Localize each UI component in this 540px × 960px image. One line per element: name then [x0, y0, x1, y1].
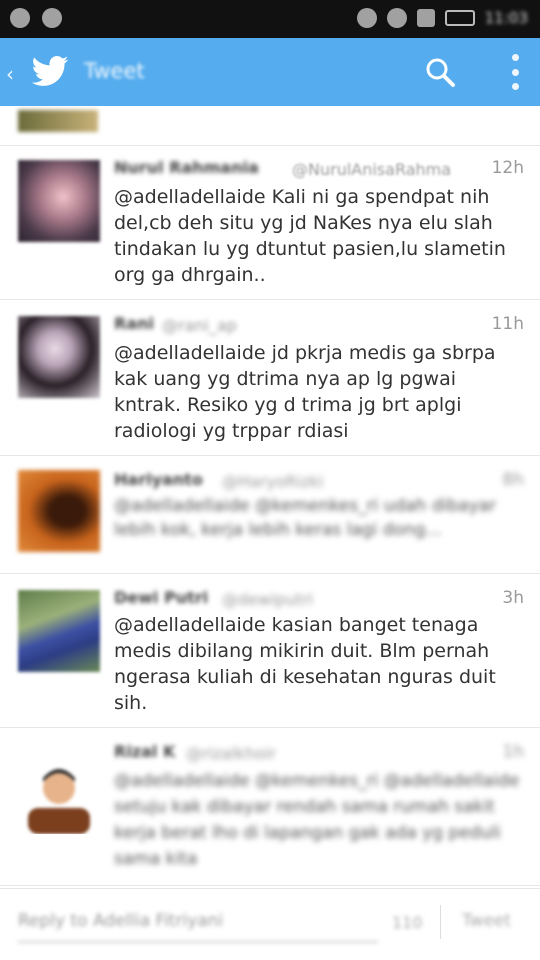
- author-name[interactable]: Nurul Rahmania: [114, 158, 259, 177]
- author-name[interactable]: Rani: [114, 314, 154, 333]
- notification-icon-2: [42, 8, 62, 28]
- timestamp: 8h: [502, 470, 524, 490]
- tweet-header: Nurul Rahmania @NurulAnisaRahma 12h: [114, 158, 524, 182]
- tweet-header: Rizal K @rizalkhoir 1h: [114, 742, 524, 766]
- author-name[interactable]: Dewi Putri: [114, 588, 208, 607]
- reply-bar: Reply to Adellia Fitriyani 110 Tweet: [0, 888, 540, 960]
- tweet-header: Rani @rani_ap 11h: [114, 314, 524, 338]
- search-icon[interactable]: [424, 56, 456, 88]
- vibrate-icon: [356, 8, 377, 28]
- author-handle[interactable]: @HaryoRizki: [222, 472, 323, 491]
- twitter-bird-icon[interactable]: [28, 52, 72, 92]
- avatar[interactable]: [18, 110, 98, 132]
- author-name[interactable]: Hariyanto: [114, 470, 203, 489]
- system-icons: 11:03: [356, 8, 528, 28]
- notification-icons: [10, 8, 62, 28]
- avatar[interactable]: [18, 590, 100, 672]
- author-handle[interactable]: @rizalkhoir: [186, 744, 276, 763]
- timestamp: 3h: [502, 588, 524, 608]
- tweet-item[interactable]: Hariyanto @HaryoRizki 8h @adelladellaide…: [0, 456, 540, 574]
- notification-icon: [10, 8, 30, 28]
- status-bar: 11:03: [0, 0, 540, 38]
- tweet-text: @adelladellaide @kemenkes_ri @adelladell…: [114, 771, 520, 869]
- tweet-item[interactable]: Dewi Putri @dewiputri 3h @adelladellaide…: [0, 574, 540, 728]
- tweet-header: Dewi Putri @dewiputri 3h: [114, 588, 524, 612]
- cartoon-person-icon: [28, 769, 90, 834]
- battery-icon: [444, 10, 475, 26]
- wifi-icon: [386, 8, 407, 28]
- divider: [440, 905, 441, 939]
- avatar[interactable]: [18, 316, 100, 398]
- avatar[interactable]: [18, 160, 100, 242]
- avatar[interactable]: [18, 752, 100, 834]
- previous-tweet-stub[interactable]: [0, 106, 540, 146]
- timestamp: 1h: [502, 742, 524, 762]
- signal-icon: [416, 9, 435, 27]
- tweet-item[interactable]: Rizal K @rizalkhoir 1h @adelladellaide @…: [0, 728, 540, 886]
- tweet-button[interactable]: Tweet: [462, 911, 511, 931]
- reply-input[interactable]: Reply to Adellia Fitriyani: [18, 903, 378, 943]
- author-handle[interactable]: @rani_ap: [162, 316, 237, 335]
- screen-title: Tweet: [84, 59, 145, 83]
- tweet-item[interactable]: Nurul Rahmania @NurulAnisaRahma 12h @ade…: [0, 146, 540, 300]
- back-chevron-icon[interactable]: ‹: [6, 62, 14, 86]
- clock: 11:03: [484, 9, 528, 27]
- character-count: 110: [392, 913, 423, 932]
- tweet-text: @adelladellaide kasian banget tenaga med…: [114, 614, 496, 714]
- tweet-text: @adelladellaide @kemenkes_ri udah dibaya…: [114, 496, 497, 540]
- author-name[interactable]: Rizal K: [114, 742, 175, 761]
- author-handle[interactable]: @dewiputri: [222, 590, 313, 609]
- avatar[interactable]: [18, 470, 100, 552]
- timestamp: 11h: [491, 314, 524, 334]
- tweet-list[interactable]: Nurul Rahmania @NurulAnisaRahma 12h @ade…: [0, 106, 540, 886]
- tweet-text: @adelladellaide jd pkrja medis ga sbrpa …: [114, 342, 496, 442]
- tweet-header: Hariyanto @HaryoRizki 8h: [114, 470, 524, 494]
- action-bar: ‹ Tweet: [0, 38, 540, 106]
- timestamp: 12h: [491, 158, 524, 178]
- overflow-menu-icon[interactable]: [510, 54, 520, 90]
- author-handle[interactable]: @NurulAnisaRahma: [292, 160, 451, 179]
- tweet-item[interactable]: Rani @rani_ap 11h @adelladellaide jd pkr…: [0, 300, 540, 456]
- tweet-text: @adelladellaide Kali ni ga spendpat nih …: [114, 186, 506, 286]
